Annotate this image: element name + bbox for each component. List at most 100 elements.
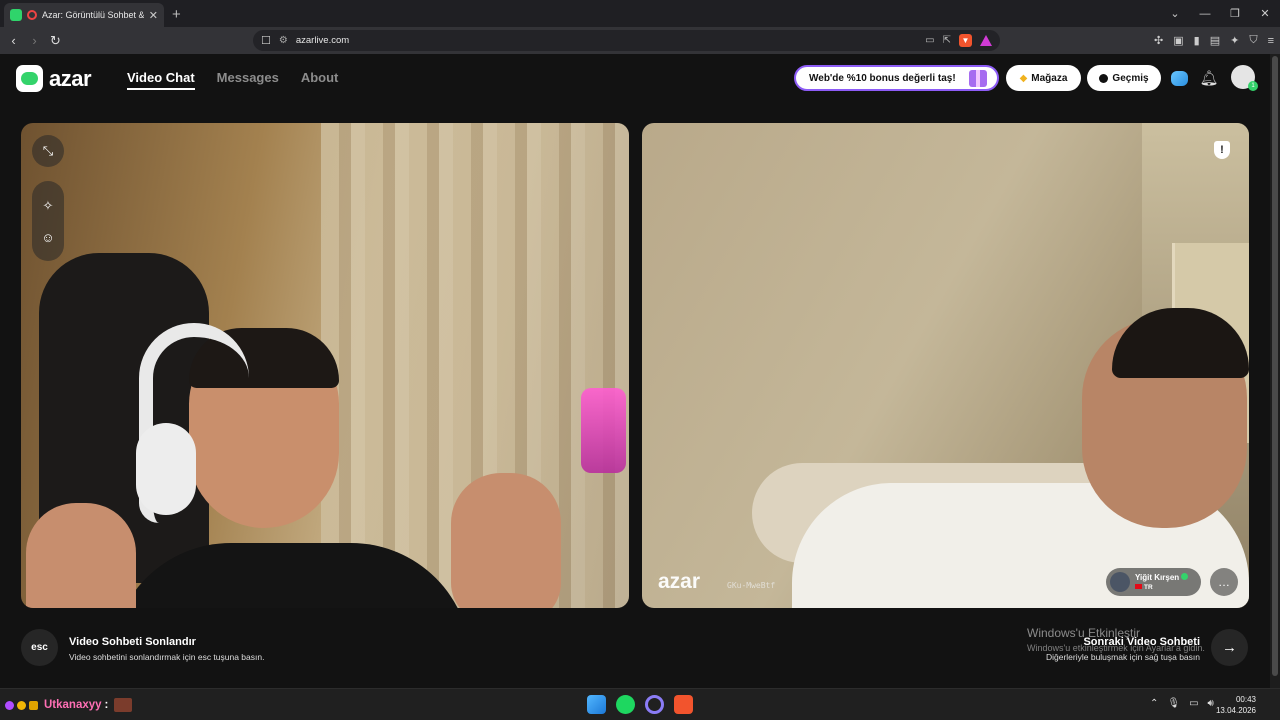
clock-time: 00:43 (1235, 695, 1256, 704)
collapse-view-icon[interactable]: ⤡ (32, 135, 64, 167)
sticker-icon[interactable]: ☺ (41, 230, 54, 245)
microphone-icon[interactable]: 🎙︎ (1167, 698, 1180, 709)
tray-chevron-icon[interactable]: ⌃ (1150, 698, 1158, 709)
tab-title: Azar: Görüntülü Sohbet & Yeni (42, 10, 144, 20)
remote-video-panel: ! azar GKu-MweBtf Yiğit Kırşen TR … (642, 123, 1249, 608)
bits-badge-icon (17, 700, 26, 710)
page-scrollbar[interactable] (1270, 54, 1280, 688)
end-chat-esc-button[interactable]: esc (21, 629, 58, 666)
app-header: azar Video Chat Messages About Web'de %1… (0, 54, 1270, 104)
tab-manager-icon[interactable]: ▣ (1173, 34, 1183, 47)
restore-icon[interactable]: ❐ (1220, 7, 1250, 20)
url-text[interactable]: azarlive.com (296, 35, 917, 46)
chat-dots-icon: … (1218, 575, 1230, 589)
shield-alert-icon: ! (1214, 141, 1230, 159)
new-tab-button[interactable]: + (172, 6, 181, 23)
crown-badge-icon (29, 700, 38, 710)
history-label: Geçmiş (1112, 72, 1149, 84)
forward-icon[interactable]: › (24, 33, 45, 48)
toolbar-right-icons: ✣ ▣ ▮ ▤ ✦ ⛉ ≡ (1154, 27, 1274, 54)
speaker-icon[interactable]: 🔊︎ (1208, 698, 1214, 709)
avatar-badge: 1 (1248, 81, 1258, 91)
browser-tab-strip: Azar: Görüntülü Sohbet & Yeni ✕ + ⌄ — ❐ … (0, 0, 1280, 27)
main-nav: Video Chat Messages About (127, 70, 338, 90)
clock-date: 13.04.2026 (1215, 706, 1256, 715)
streamer-separator: : (104, 699, 109, 711)
azar-logo-icon (16, 65, 43, 92)
windows-taskbar: Utkanaxyy : ⌃ 🎙︎ ▭ 🔊︎ 00:43 13.04.2026 (0, 688, 1280, 720)
streamer-overlay: Utkanaxyy : (5, 698, 133, 712)
nav-video-chat[interactable]: Video Chat (127, 70, 195, 90)
nav-about[interactable]: About (301, 70, 339, 90)
vpn-icon[interactable]: ⛉ (1249, 34, 1257, 47)
spotify-icon[interactable] (616, 695, 635, 714)
back-icon[interactable]: ‹ (3, 33, 24, 48)
extensions-icon[interactable]: ✣ (1154, 34, 1163, 47)
chat-button[interactable]: … (1210, 568, 1238, 596)
verified-icon (1181, 573, 1189, 580)
remote-user-chip[interactable]: Yiğit Kırşen TR (1106, 568, 1201, 596)
gift-icon (969, 70, 987, 87)
next-chat-subtitle: Diğerleriyle buluşmak için sağ tuşa bası… (1045, 652, 1200, 662)
reload-icon[interactable]: ↻ (45, 33, 66, 49)
history-button[interactable]: Geçmiş (1087, 65, 1161, 91)
azar-favicon-icon (10, 9, 22, 21)
promo-button[interactable]: Web'de %10 bonus değerli taş! (794, 65, 999, 91)
menu-icon[interactable]: ≡ (1268, 35, 1274, 47)
next-chat-title: Sonraki Video Sohbeti (1083, 636, 1200, 648)
promo-label: Web'de %10 bonus değerli taş! (809, 72, 956, 84)
report-button[interactable]: ! (1211, 139, 1233, 161)
taskbar-apps (587, 695, 693, 714)
cast-icon[interactable]: ▭ (925, 35, 934, 46)
site-settings-icon[interactable]: ⚙ (279, 35, 288, 46)
profile-avatar[interactable]: 1 (1231, 65, 1258, 91)
nav-messages[interactable]: Messages (217, 70, 279, 90)
azar-logo[interactable]: azar (16, 65, 92, 92)
local-video-panel: ⤡ ✧ ☺ (21, 123, 629, 608)
sub-badge-icon (5, 700, 14, 710)
watermark-id: GKu-MweBtf (727, 581, 776, 590)
brave-browser-icon[interactable] (674, 695, 693, 714)
leo-ai-icon[interactable]: ✦ (1230, 34, 1239, 47)
magic-wand-icon[interactable]: ✧ (43, 198, 54, 214)
app-circle-icon[interactable] (645, 695, 664, 714)
share-icon[interactable]: ⇱ (943, 35, 951, 46)
close-window-icon[interactable]: ✕ (1250, 7, 1280, 20)
turkey-flag-icon (1135, 584, 1142, 589)
azar-watermark: azar (658, 570, 701, 593)
arrow-right-icon: → (1222, 639, 1237, 656)
address-bar[interactable]: ☐ ⚙ azarlive.com ▭ ⇱ ▼ (253, 30, 1000, 51)
effects-toolbar: ✧ ☺ (32, 181, 64, 261)
emote-thumbnail (114, 698, 133, 712)
display-icon[interactable]: ▭ (1189, 698, 1198, 709)
gem-icon: ◆ (1019, 72, 1028, 84)
remote-user-name: Yiğit Kırşen (1135, 573, 1180, 582)
browser-toolbar: ‹ › ↻ ☐ ⚙ azarlive.com ▭ ⇱ ▼ ✣ ▣ ▮ ▤ ✦ ⛉… (0, 27, 1280, 54)
notification-bell-icon[interactable]: 🔔︎ (1199, 68, 1219, 88)
system-clock[interactable]: 00:43 13.04.2026 (1216, 694, 1256, 716)
end-chat-title: Video Sohbeti Sonlandır (69, 636, 196, 648)
streamer-name: Utkanaxyy (44, 699, 102, 711)
end-chat-subtitle: Video sohbetini sonlandırmak için esc tu… (69, 652, 265, 662)
bookmark-icon[interactable]: ☐ (261, 34, 271, 47)
system-tray: ⌃ 🎙︎ ▭ 🔊︎ (1150, 698, 1214, 709)
screen: Azar: Görüntülü Sohbet & Yeni ✕ + ⌄ — ❐ … (0, 0, 1280, 720)
close-tab-icon[interactable]: ✕ (149, 9, 158, 22)
brave-shields-icon[interactable]: ▼ (959, 34, 972, 47)
remote-user-avatar (1110, 572, 1130, 592)
store-button[interactable]: ◆ Mağaza (1006, 65, 1081, 91)
windows-start-icon[interactable] (587, 695, 606, 714)
clock-icon (1099, 73, 1109, 83)
sidebar-icon[interactable]: ▮ (1194, 34, 1200, 47)
brave-rewards-icon[interactable] (980, 35, 992, 46)
store-label: Mağaza (1031, 72, 1068, 84)
next-chat-button[interactable]: → (1211, 629, 1248, 666)
wallet-icon[interactable]: ▤ (1210, 34, 1220, 47)
tab-search-icon[interactable]: ⌄ (1160, 7, 1190, 20)
browser-tab-azar[interactable]: Azar: Görüntülü Sohbet & Yeni ✕ (4, 3, 164, 27)
remote-user-country: TR (1144, 584, 1153, 591)
recording-icon (27, 10, 37, 20)
window-controls: ⌄ — ❐ ✕ (1160, 0, 1280, 27)
minimize-icon[interactable]: — (1190, 8, 1220, 20)
messages-bubble-icon[interactable] (1169, 68, 1189, 88)
